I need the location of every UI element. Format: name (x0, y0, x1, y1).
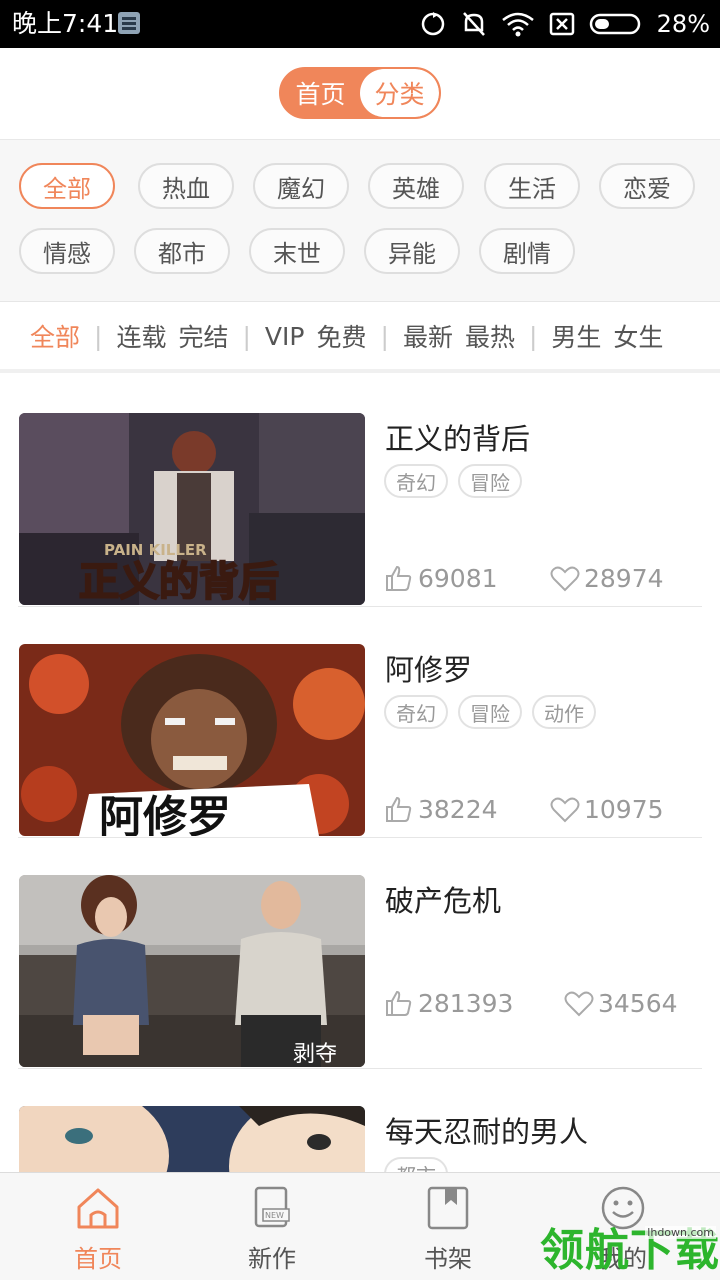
filter-free[interactable]: 免费 (316, 318, 366, 354)
genre-chip[interactable]: 生活 (484, 163, 580, 209)
cover-title-text: 阿修罗 (99, 792, 231, 836)
home-icon (77, 1188, 119, 1229)
comic-tags: 奇幻 冒险 (384, 464, 522, 498)
genre-chip[interactable]: 恋爱 (599, 163, 695, 209)
battery-icon (589, 13, 640, 35)
favorite-count[interactable]: 10975 (550, 794, 664, 824)
filter-all[interactable]: 全部 (30, 318, 80, 354)
new-book-icon: NEW (254, 1186, 290, 1228)
genre-chip[interactable]: 异能 (364, 228, 460, 274)
comic-tags: 奇幻 冒险 动作 (384, 695, 596, 729)
comic-tags: 都市 (384, 1157, 448, 1172)
like-count[interactable]: 69081 (384, 563, 498, 593)
nav-label: 首页 (74, 1245, 122, 1273)
comic-cover[interactable] (19, 1106, 365, 1172)
favorite-count[interactable]: 34564 (564, 988, 678, 1018)
filter-male[interactable]: 男生 (551, 318, 601, 354)
genre-chip-all[interactable]: 全部 (19, 163, 115, 209)
nav-label: 书架 (424, 1245, 472, 1273)
heart-icon (550, 566, 580, 592)
filter-hottest[interactable]: 最热 (465, 318, 515, 354)
comic-title[interactable]: 破产危机 (385, 878, 501, 920)
cover-title-text: 剥夺 (293, 1042, 337, 1067)
notification-icon (118, 12, 140, 34)
comic-item[interactable]: 阿修罗 阿修罗 奇幻 冒险 动作 38224 10975 (0, 607, 720, 838)
genre-chip[interactable]: 魔幻 (253, 163, 349, 209)
heart-icon (564, 991, 594, 1017)
nav-new[interactable]: NEW 新作 (182, 1173, 362, 1280)
genre-chip[interactable]: 热血 (138, 163, 234, 209)
comic-cover[interactable]: 阿修罗 (19, 644, 365, 836)
segmented-tabs: 首页 分类 (279, 67, 441, 119)
svg-text:NEW: NEW (265, 1211, 284, 1220)
thumbs-up-icon (386, 796, 412, 822)
tab-home[interactable]: 首页 (281, 69, 360, 117)
favorite-count[interactable]: 28974 (550, 563, 664, 593)
comic-cover[interactable]: PAIN KILLER 正义的背后 (19, 413, 365, 605)
filter-finished[interactable]: 完结 (178, 318, 228, 354)
status-bar: 晚上7:41 28% (0, 0, 720, 48)
heart-icon (550, 797, 580, 823)
genre-chip[interactable]: 英雄 (368, 163, 464, 209)
sync-icon (421, 12, 444, 36)
top-header: 首页 分类 (0, 48, 720, 140)
genre-chip[interactable]: 剧情 (479, 228, 575, 274)
genre-chip[interactable]: 都市 (134, 228, 230, 274)
filter-separator: | (94, 321, 103, 351)
filter-separator: | (242, 321, 251, 351)
mute-bell-icon (462, 12, 485, 36)
comic-item[interactable]: PAIN KILLER 正义的背后 正义的背后 奇幻 冒险 69081 2897… (0, 376, 720, 607)
filter-separator: | (380, 321, 389, 351)
nav-bookshelf[interactable]: 书架 (358, 1173, 538, 1280)
filter-newest[interactable]: 最新 (403, 318, 453, 354)
comic-tag: 冒险 (458, 695, 522, 729)
like-count[interactable]: 38224 (384, 794, 498, 824)
cover-subtext: PAIN KILLER (104, 541, 207, 559)
no-sim-icon (549, 12, 574, 36)
genre-chip[interactable]: 末世 (249, 228, 345, 274)
comic-item[interactable]: 剥夺 破产危机 281393 34564 (0, 838, 720, 1069)
comic-tag: 动作 (532, 695, 596, 729)
cover-title-text: 正义的背后 (79, 559, 279, 605)
status-time: 晚上7:41 (12, 9, 119, 38)
filter-serial[interactable]: 连载 (116, 318, 166, 354)
comic-tag: 奇幻 (384, 464, 448, 498)
thumbs-up-icon (386, 990, 412, 1016)
nav-label: 新作 (248, 1245, 296, 1273)
watermark: 领航下载 lhdown.com (540, 1222, 720, 1280)
filter-vip[interactable]: VIP (265, 322, 305, 351)
comic-item[interactable]: 每天忍耐的男人 都市 (0, 1069, 720, 1172)
comic-cover[interactable]: 剥夺 (19, 875, 365, 1067)
bookshelf-icon (427, 1186, 469, 1230)
watermark-url: lhdown.com (645, 1226, 716, 1239)
filter-row: 全部 | 连载 完结 | VIP 免费 | 最新 最热 | 男生 女生 (0, 303, 720, 373)
filter-separator: | (528, 321, 538, 351)
genre-chip[interactable]: 情感 (19, 228, 115, 274)
thumbs-up-icon (386, 565, 412, 591)
comic-list[interactable]: PAIN KILLER 正义的背后 正义的背后 奇幻 冒险 69081 2897… (0, 376, 720, 1172)
filter-female[interactable]: 女生 (613, 318, 663, 354)
comic-title[interactable]: 阿修罗 (385, 647, 472, 689)
battery-percent: 28% (656, 10, 710, 38)
comic-tag: 奇幻 (384, 695, 448, 729)
tab-category[interactable]: 分类 (360, 69, 439, 117)
like-count[interactable]: 281393 (384, 988, 513, 1018)
nav-home[interactable]: 首页 (8, 1173, 188, 1280)
comic-title[interactable]: 正义的背后 (385, 416, 530, 458)
comic-tag: 冒险 (458, 464, 522, 498)
comic-title[interactable]: 每天忍耐的男人 (385, 1109, 588, 1151)
wifi-icon (501, 12, 534, 37)
comic-tag: 都市 (384, 1157, 448, 1172)
genre-panel: 全部 热血 魔幻 英雄 生活 恋爱 情感 都市 末世 异能 剧情 (0, 140, 720, 302)
